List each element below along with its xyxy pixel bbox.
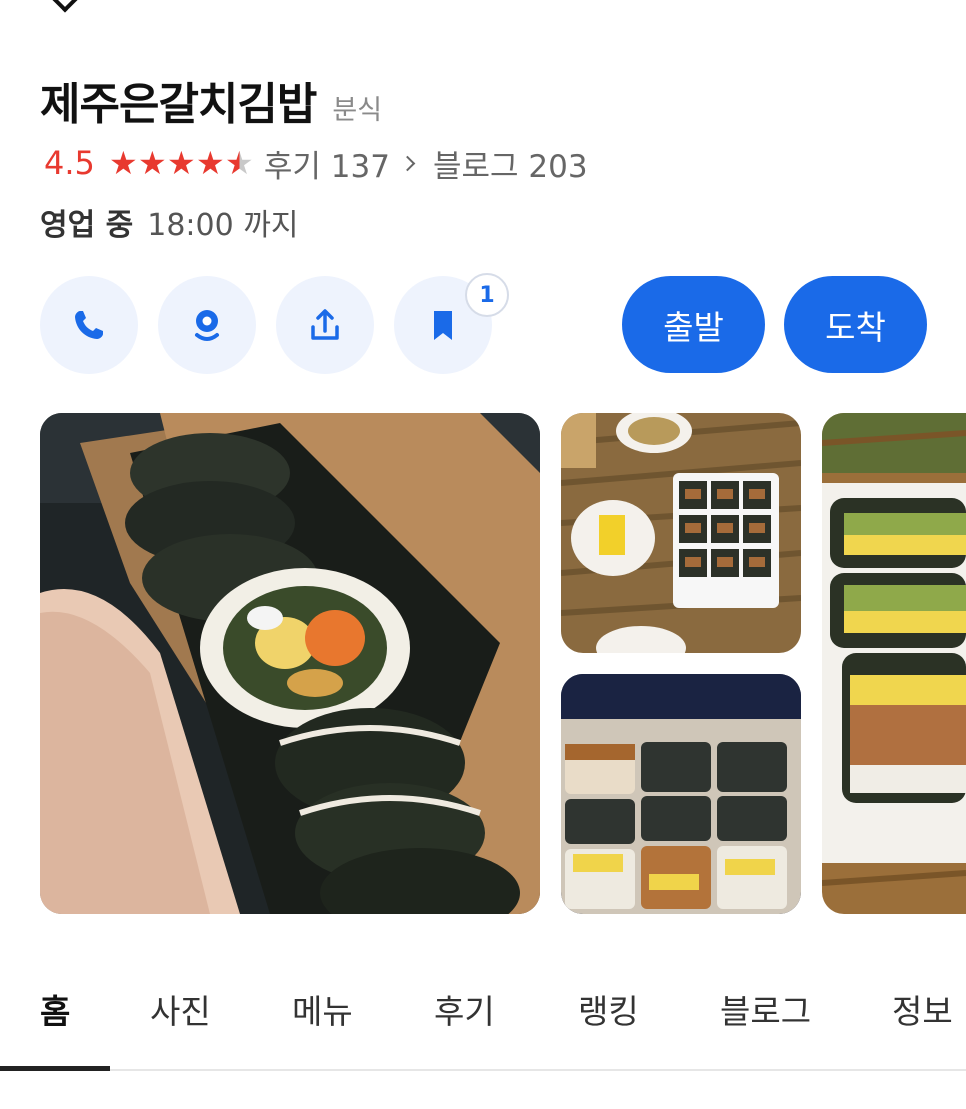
tab-photos[interactable]: 사진 (150, 985, 211, 1033)
tab-ranking[interactable]: 랭킹 (578, 985, 639, 1033)
tab-menu[interactable]: 메뉴 (292, 985, 353, 1033)
arrive-button[interactable]: 도착 (784, 276, 927, 373)
rating-row: 4.5 ★ ★ ★ ★ ★ 후기 137 블로그 203 (44, 140, 588, 186)
star-rating: ★ ★ ★ ★ ★ (109, 147, 254, 179)
rating-score: 4.5 (44, 144, 95, 182)
back-chevron-icon[interactable] (49, 0, 81, 13)
tab-blog[interactable]: 블로그 (720, 985, 811, 1033)
tab-info[interactable]: 정보 (892, 985, 953, 1033)
review-link[interactable]: 후기 137 (264, 141, 433, 186)
hours-row: 영업 중 18:00 까지 (40, 200, 298, 244)
depart-button[interactable]: 출발 (622, 276, 765, 373)
kimbap-takeout-photo (561, 674, 801, 914)
photo-takeout[interactable] (561, 674, 801, 914)
tab-home[interactable]: 홈 (40, 985, 70, 1033)
closing-time: 18:00 까지 (147, 208, 299, 243)
photo-main[interactable] (40, 413, 540, 914)
star-icon: ★ (196, 144, 225, 182)
kimbap-plate-photo (561, 413, 801, 653)
tab-divider (0, 1069, 966, 1071)
place-category: 분식 (332, 95, 383, 126)
place-name: 제주은갈치김밥 (40, 79, 317, 130)
review-count: 후기 137 (263, 148, 390, 185)
navigation-pin-icon (195, 310, 219, 341)
star-icon: ★ (138, 144, 167, 182)
kimbap-box-photo (40, 413, 540, 914)
chevron-right-icon (399, 155, 416, 171)
star-icon: ★ (167, 144, 196, 182)
call-button[interactable] (40, 276, 138, 374)
blog-link[interactable]: 블로그 203 (433, 141, 588, 186)
bookmark-count-badge: 1 (465, 273, 509, 317)
tab-bar: 홈 사진 메뉴 후기 랭킹 블로그 정보 (0, 985, 966, 1071)
tab-reviews[interactable]: 후기 (434, 985, 495, 1033)
phone-icon (75, 311, 103, 339)
place-header: 제주은갈치김밥 분식 (40, 68, 382, 132)
share-button[interactable] (276, 276, 374, 374)
open-status: 영업 중 (40, 208, 134, 243)
bookmark-icon (434, 311, 452, 340)
photo-plate-closeup[interactable] (822, 413, 966, 914)
kimbap-closeup-photo (822, 413, 966, 914)
photo-table-plate[interactable] (561, 413, 801, 653)
half-star-icon: ★ (225, 144, 254, 182)
share-icon (311, 309, 339, 340)
navigate-button[interactable] (158, 276, 256, 374)
star-icon: ★ (109, 144, 138, 182)
active-tab-indicator (0, 1066, 110, 1071)
